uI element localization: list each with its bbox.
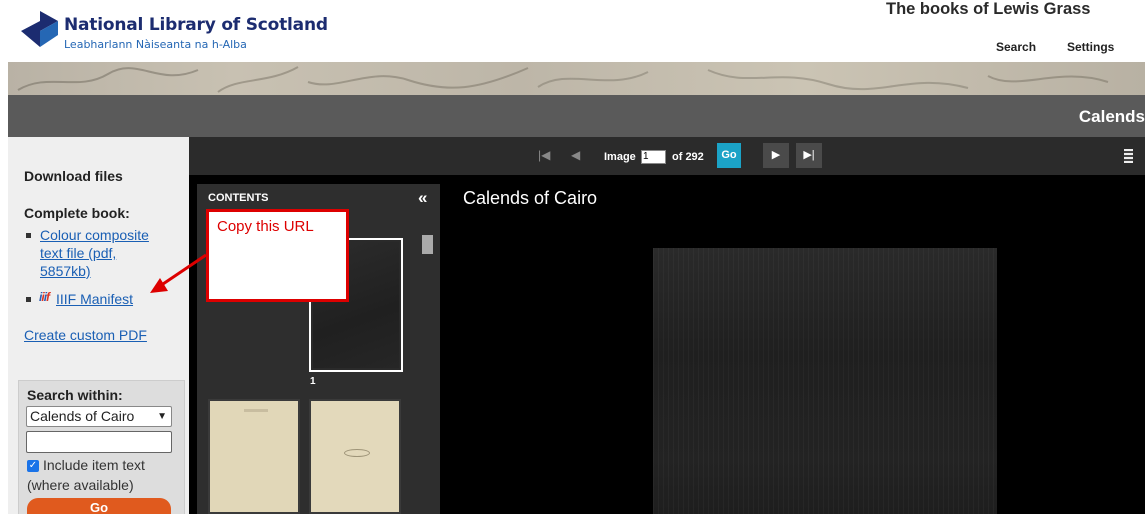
previous-page-icon[interactable]: ◀ — [571, 148, 580, 162]
search-within-panel: Search within: Calends of Cairo ▼ ✓ Incl… — [18, 380, 185, 514]
image-number-input[interactable]: 1 — [641, 150, 666, 164]
next-page-button[interactable]: ▶ — [763, 143, 789, 168]
site-title[interactable]: The books of Lewis Grass — [886, 0, 1090, 19]
logo-subtitle: Leabharlann Nàiseanta na h-Alba — [64, 38, 247, 51]
nav-settings-link[interactable]: Settings — [1067, 40, 1114, 54]
search-input[interactable] — [26, 431, 172, 453]
sidebar: Download files Complete book: Colour com… — [8, 137, 189, 514]
image-go-button[interactable]: Go — [717, 143, 741, 168]
image-label: Image — [604, 151, 636, 163]
image-total-label: of 292 — [672, 151, 704, 163]
viewer-toolbar: |◀ ◀ Image 1 of 292 Go ▶ ▶| — [189, 137, 1145, 175]
search-within-label: Search within: — [27, 387, 123, 403]
iiif-manifest-link[interactable]: IIIF Manifest — [56, 290, 133, 308]
site-header: National Library of Scotland Leabharlann… — [0, 0, 1145, 62]
thumbnail-number: 1 — [310, 376, 316, 387]
thumbnail-mark — [244, 409, 268, 412]
list-bullet — [26, 233, 31, 238]
book-title: Calends — [1078, 107, 1145, 126]
include-item-text-sublabel: (where available) — [27, 477, 134, 493]
search-scope-select[interactable]: Calends of Cairo ▼ — [26, 406, 172, 427]
image-viewer: |◀ ◀ Image 1 of 292 Go ▶ ▶| CONTENTS « 1… — [189, 137, 1145, 514]
page-thumbnail-3[interactable] — [309, 399, 401, 514]
pdf-link-line-3: 5857kb) — [40, 263, 91, 279]
viewer-title: Calends of Cairo — [463, 188, 598, 208]
complete-book-heading: Complete book: — [24, 205, 130, 221]
page-thumbnail-2[interactable] — [208, 399, 300, 514]
include-item-text-label: Include item text — [43, 457, 145, 473]
download-files-heading: Download files — [24, 168, 123, 184]
page: National Library of Scotland Leabharlann… — [0, 0, 1145, 514]
pdf-download-link[interactable]: Colour composite text file (pdf, 5857kb) — [40, 226, 149, 280]
first-page-icon[interactable]: |◀ — [538, 148, 550, 162]
map-sketch-decoration — [17, 66, 1109, 93]
search-go-button[interactable]: Go — [27, 498, 171, 514]
nav-search-link[interactable]: Search — [996, 40, 1036, 54]
nls-logo-icon[interactable] — [18, 9, 63, 49]
last-page-button[interactable]: ▶| — [796, 143, 822, 168]
contents-heading: CONTENTS — [208, 192, 269, 204]
include-item-text-checkbox[interactable]: ✓ — [27, 460, 39, 472]
list-bullet — [26, 297, 31, 302]
stamp-mark — [344, 449, 370, 457]
annotation-callout: Copy this URL — [206, 209, 349, 302]
pdf-link-line-1: Colour composite — [40, 227, 149, 243]
create-custom-pdf-link[interactable]: Create custom PDF — [24, 326, 147, 344]
annotation-text: Copy this URL — [217, 218, 314, 235]
logo-title[interactable]: National Library of Scotland — [64, 15, 328, 35]
search-scope-value: Calends of Cairo — [30, 408, 135, 424]
iiif-logo-icon[interactable]: iiif — [39, 290, 50, 304]
contents-scrollbar[interactable] — [422, 235, 433, 254]
decorative-banner — [8, 62, 1145, 95]
pdf-link-line-2: text file (pdf, — [40, 245, 117, 261]
menu-icon[interactable] — [1124, 149, 1133, 163]
book-title-bar: Calends — [8, 95, 1145, 137]
book-cover-image[interactable] — [653, 248, 997, 514]
collapse-contents-icon[interactable]: « — [418, 188, 427, 208]
chevron-down-icon: ▼ — [157, 411, 167, 422]
